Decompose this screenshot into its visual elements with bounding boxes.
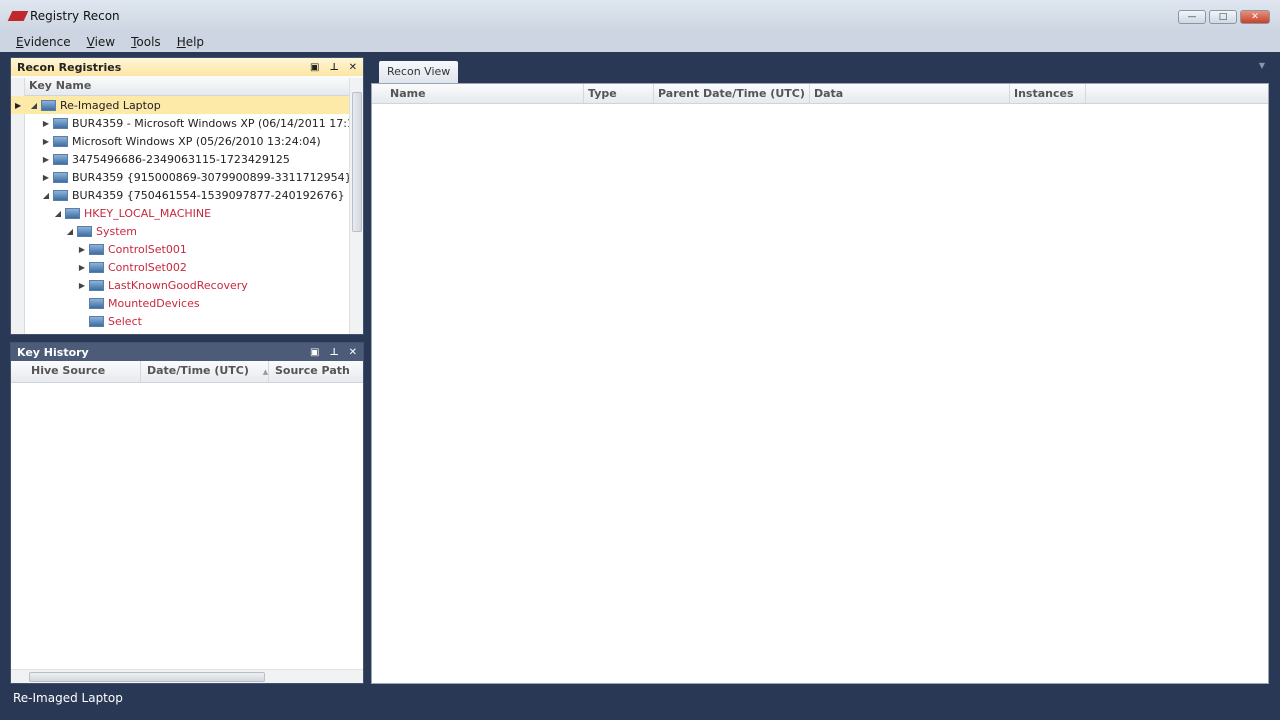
folder-icon <box>53 135 68 147</box>
expand-toggle-icon[interactable]: ▶ <box>41 173 51 182</box>
recon-view-grid: Name Type Parent Date/Time (UTC) Data In… <box>371 83 1269 684</box>
title-bar: Registry Recon — □ ✕ <box>0 0 1280 31</box>
tree-node-label: BUR4359 {750461554-1539097877-240192676} <box>72 188 345 202</box>
column-data[interactable]: Data <box>810 84 1010 103</box>
tree-node[interactable]: ◢ System <box>65 222 137 240</box>
expand-toggle-icon[interactable]: ▶ <box>41 155 51 164</box>
pin-icon[interactable]: ⊥ <box>329 62 338 73</box>
column-type[interactable]: Type <box>584 84 654 103</box>
panel-header: Key History ▣ ⊥ ✕ <box>11 343 363 361</box>
tree-node-label: ControlSet001 <box>108 242 187 256</box>
scroll-thumb[interactable] <box>29 672 265 682</box>
expand-toggle-icon[interactable]: ▶ <box>41 137 51 146</box>
folder-icon <box>77 225 92 237</box>
tree-node-label: MountedDevices <box>108 296 200 310</box>
vertical-scrollbar[interactable] <box>349 78 363 334</box>
maximize-button[interactable]: □ <box>1209 10 1237 24</box>
tree-node-label: Re-Imaged Laptop <box>60 98 161 112</box>
expand-toggle-icon[interactable]: ◢ <box>29 101 39 110</box>
float-icon[interactable]: ▣ <box>310 62 319 73</box>
sort-ascending-icon: ▲ <box>262 368 269 376</box>
tree-node-label: LastKnownGoodRecovery <box>108 278 248 292</box>
column-instances[interactable]: Instances <box>1010 84 1086 103</box>
expand-toggle-icon[interactable]: ◢ <box>41 191 51 200</box>
menu-tools[interactable]: Tools <box>131 35 161 49</box>
current-row-indicator-icon: ▶ <box>15 100 22 110</box>
expand-toggle-icon[interactable]: ▶ <box>77 245 87 254</box>
tree-node[interactable]: ▶ ControlSet001 <box>77 240 187 258</box>
menu-view[interactable]: View <box>87 35 115 49</box>
folder-icon <box>65 207 80 219</box>
recon-registries-panel: Recon Registries ▣ ⊥ ✕ Key Name ▶ ◢ Re-Image… <box>10 57 364 335</box>
expand-toggle-icon[interactable]: ▶ <box>77 281 87 290</box>
tree-node[interactable]: ◢ HKEY_LOCAL_MACHINE <box>53 204 211 222</box>
folder-icon <box>89 297 104 309</box>
window-title: Registry Recon <box>30 8 120 23</box>
expand-toggle-icon[interactable]: ◢ <box>53 209 63 218</box>
scroll-thumb[interactable] <box>352 92 362 232</box>
tree-node-label: System <box>96 224 138 238</box>
tree-node-label: Microsoft Windows XP (05/26/2010 13:24:0… <box>72 134 321 148</box>
column-key-name[interactable]: Key Name <box>25 76 349 95</box>
folder-icon <box>89 261 104 273</box>
folder-icon <box>41 99 56 111</box>
tree-node-label: HKEY_LOCAL_MACHINE <box>84 206 212 220</box>
panel-header: Recon Registries ▣ ⊥ ✕ <box>11 58 363 76</box>
tree-node[interactable]: ▶ BUR4359 - Microsoft Windows XP (06/14/2… <box>41 114 349 132</box>
folder-icon <box>53 189 68 201</box>
tree-node[interactable]: ▶ ◢ Re-Imaged Laptop <box>11 96 349 114</box>
close-icon[interactable]: ✕ <box>349 62 357 73</box>
expand-toggle-icon[interactable]: ◢ <box>65 227 75 236</box>
tree-node[interactable]: MountedDevices <box>77 294 200 312</box>
tree-node[interactable]: ▶ Microsoft Windows XP (05/26/2010 13:24:… <box>41 132 321 150</box>
column-label: Date/Time (UTC) <box>147 364 249 377</box>
menu-evidence[interactable]: Evidence <box>16 35 71 49</box>
column-hive-source[interactable]: Hive Source <box>25 361 141 382</box>
panel-title: Key History <box>17 345 89 359</box>
workspace: Recon Registries ▣ ⊥ ✕ Key Name ▶ ◢ Re-Image… <box>8 52 1272 712</box>
panel-title: Recon Registries <box>17 60 122 74</box>
expand-toggle-icon[interactable]: ▶ <box>41 119 51 128</box>
app-logo-icon <box>7 10 29 21</box>
tree-node[interactable]: ▶ LastKnownGoodRecovery <box>77 276 248 294</box>
float-icon[interactable]: ▣ <box>310 347 319 358</box>
tree-node-label: BUR4359 - Microsoft Windows XP (06/14/20… <box>72 116 349 130</box>
tree-node-label: Select <box>108 314 142 328</box>
folder-icon <box>53 153 68 165</box>
tree-node-label: BUR4359 {915000869-3079900899-3311712954… <box>72 170 349 184</box>
tree-node[interactable]: ▶ 3475496686-2349063115-1723429125 <box>41 150 290 168</box>
tree-node[interactable]: ▶ ControlSet002 <box>77 258 187 276</box>
menu-bar: Evidence View Tools Help <box>0 31 1280 52</box>
key-history-panel: Key History ▣ ⊥ ✕ Hive Source Date/Time (U… <box>10 342 364 684</box>
tree-node[interactable]: ▶ BUR4359 {915000869-3079900899-331171295… <box>41 168 349 186</box>
folder-icon <box>53 117 68 129</box>
expand-toggle-icon[interactable]: ▶ <box>77 263 87 272</box>
close-icon[interactable]: ✕ <box>349 347 357 358</box>
menu-help[interactable]: Help <box>177 35 204 49</box>
folder-icon <box>89 243 104 255</box>
folder-icon <box>53 171 68 183</box>
tree-node[interactable]: ◢ BUR4359 {750461554-1539097877-240192676… <box>41 186 345 204</box>
folder-icon <box>89 279 104 291</box>
column-parent-date-time[interactable]: Parent Date/Time (UTC) <box>654 84 810 103</box>
minimize-button[interactable]: — <box>1178 10 1206 24</box>
tree-node[interactable]: Select <box>77 312 142 330</box>
pin-icon[interactable]: ⊥ <box>329 347 338 358</box>
column-source-path[interactable]: Source Path <box>269 361 354 382</box>
folder-icon <box>89 315 104 327</box>
tab-recon-view[interactable]: Recon View <box>379 61 459 83</box>
status-bar-text: Re-Imaged Laptop <box>13 691 123 705</box>
tree-node-label: ControlSet002 <box>108 260 187 274</box>
horizontal-scrollbar[interactable] <box>11 669 363 683</box>
registry-tree: ▶ ◢ Re-Imaged Laptop ▶ BUR4359 - Microsoft W… <box>11 96 349 334</box>
recon-view-panel: Recon View ▼ Name Type Parent Date/Time … <box>371 57 1269 684</box>
tree-node-label: 3475496686-2349063115-1723429125 <box>72 152 290 166</box>
tab-dropdown-icon[interactable]: ▼ <box>1259 61 1265 70</box>
column-date-time[interactable]: Date/Time (UTC) ▲ <box>141 361 269 382</box>
close-button[interactable]: ✕ <box>1240 10 1270 24</box>
column-name[interactable]: Name <box>386 84 584 103</box>
